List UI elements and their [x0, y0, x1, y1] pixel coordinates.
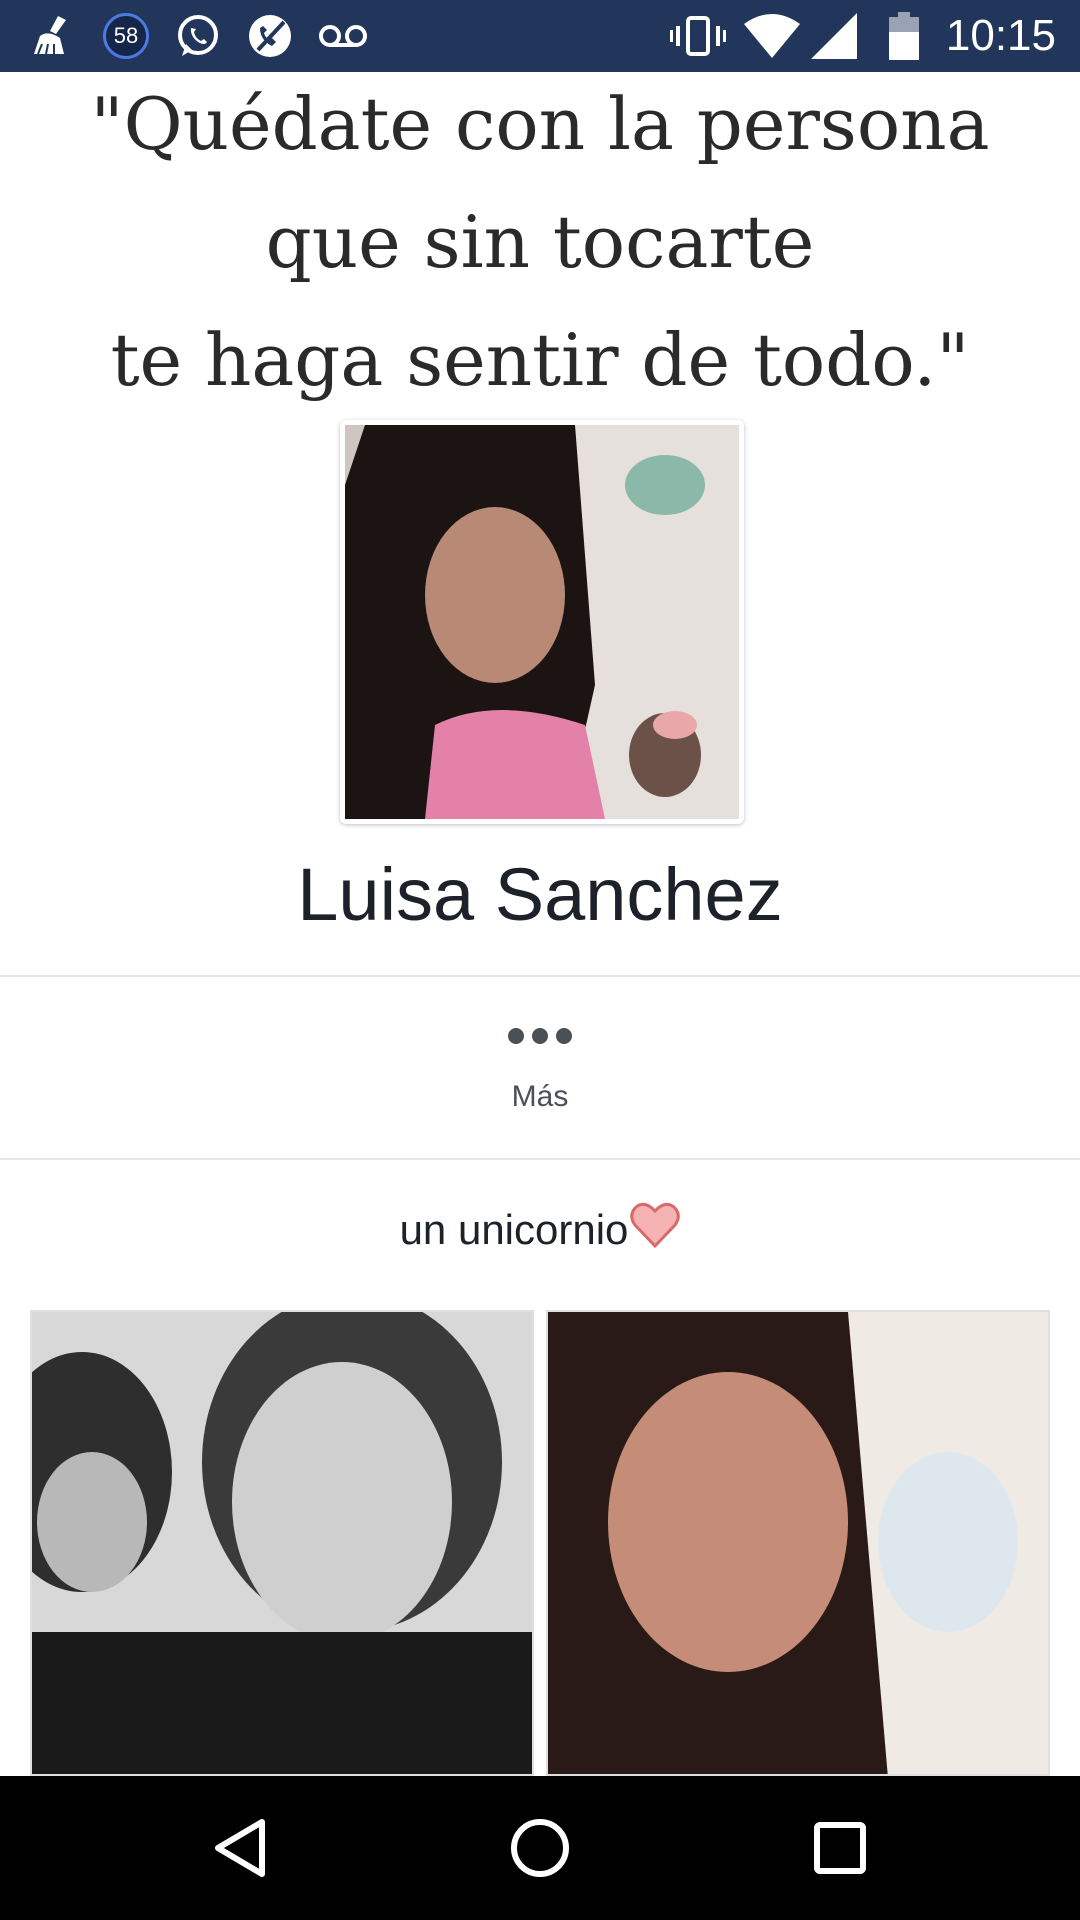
- profile-picture[interactable]: [340, 420, 744, 824]
- more-dots-icon: [440, 1028, 640, 1044]
- navigation-bar: [0, 1776, 1080, 1920]
- notification-badge: 58: [103, 13, 149, 59]
- cover-quote-line-1: "Quédate con la persona: [90, 82, 990, 166]
- recents-icon[interactable]: [800, 1808, 880, 1888]
- voicemail-icon: [316, 12, 370, 60]
- profile-bio: un unicornio: [0, 1200, 1080, 1265]
- heart-icon: [630, 1201, 681, 1265]
- photo-thumbnail[interactable]: [546, 1310, 1050, 1776]
- whatsapp-icon: [172, 12, 224, 60]
- divider: [0, 975, 1080, 977]
- screen: 58 10:15 "Quédate con la persona que sin…: [0, 0, 1080, 1920]
- signal-icon: [810, 12, 858, 60]
- home-icon[interactable]: [500, 1808, 580, 1888]
- cover-quote-line-3: te haga sentir de todo.": [110, 318, 970, 402]
- profile-name: Luisa Sanchez: [297, 853, 783, 936]
- cover-photo[interactable]: "Quédate con la persona que sin tocarte …: [0, 72, 1080, 422]
- more-label: Más: [511, 1080, 569, 1113]
- battery-icon: [884, 12, 924, 60]
- wifi-icon: [744, 12, 800, 60]
- blocked-call-icon: [244, 12, 296, 60]
- bio-text: un unicornio: [399, 1206, 629, 1253]
- vibrate-icon: [670, 12, 726, 60]
- photo-thumbnail[interactable]: [30, 1310, 534, 1776]
- clock: 10:15: [945, 11, 1056, 60]
- broom-icon: [26, 12, 78, 60]
- notification-count-icon: 58: [100, 12, 152, 60]
- more-button[interactable]: Más: [440, 1010, 640, 1140]
- divider: [0, 1158, 1080, 1160]
- profile-picture-image: [345, 425, 739, 819]
- back-icon[interactable]: [200, 1808, 280, 1888]
- status-bar: 58 10:15: [0, 0, 1080, 72]
- cover-quote-line-2: que sin tocarte: [265, 200, 815, 284]
